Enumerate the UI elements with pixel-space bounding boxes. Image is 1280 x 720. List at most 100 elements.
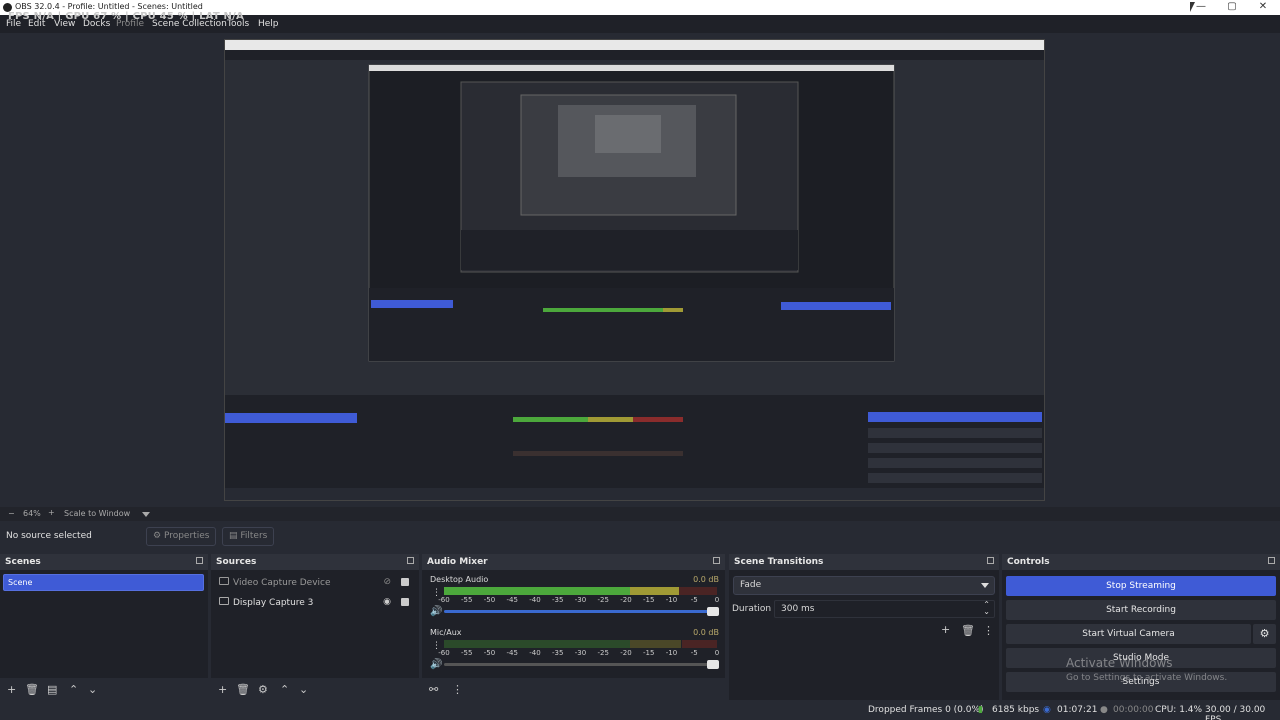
eye-icon[interactable]: ◉ [383,597,391,607]
meter-tick-label: -15 [643,649,655,657]
add-icon[interactable]: + [218,683,227,696]
duration-value: 300 ms [781,604,815,614]
spin-down-icon[interactable]: ⌄ [983,607,990,616]
undock-icon[interactable] [1268,557,1275,564]
add-icon[interactable]: + [941,623,950,636]
duration-input[interactable]: 300 ms ⌃ ⌄ [774,600,995,618]
sources-dock: Sources Video Capture Device ⊘ Display C… [211,554,419,700]
meter-tick-label: 0 [714,649,720,657]
menu-help[interactable]: Help [258,19,279,29]
hidden-eye-icon[interactable]: ⊘ [383,577,391,587]
volume-slider[interactable] [444,607,719,616]
move-up-icon[interactable]: ⌃ [69,683,78,696]
source-row[interactable]: Video Capture Device ⊘ [217,576,413,592]
meter-tick-label: -5 [690,596,698,604]
meter-tick-label: -40 [529,649,541,657]
activate-windows-title: Activate Windows [1066,656,1173,670]
record-icon: ● [1100,705,1108,715]
scenes-dock: Scenes Scene + 🗑 ▤ ⌃ ⌄ [0,554,208,700]
filters-button[interactable]: ▤ Filters [222,527,275,546]
volume-slider[interactable] [444,660,719,669]
signal-bars-icon: ▮ [978,705,983,715]
link-icon[interactable]: ⚯ [429,683,438,696]
move-down-icon[interactable]: ⌄ [88,683,97,696]
meter-tick-label: -60 [438,596,450,604]
undock-icon[interactable] [196,557,203,564]
meter-tick-label: -30 [574,596,587,604]
scenes-title: Scenes [5,557,41,567]
level-meter [444,640,717,648]
meter-tick-label: -15 [643,596,655,604]
meter-green [444,587,630,595]
start-recording-button[interactable]: Start Recording [1006,600,1276,620]
trash-icon[interactable]: 🗑 [236,683,250,696]
meter-tick-label: -35 [552,596,564,604]
channel-name: Mic/Aux [430,628,462,637]
add-icon[interactable]: + [7,683,16,696]
fps-readout: 30.00 / 30.00 FPS [1205,705,1266,720]
scenes-header: Scenes [0,554,208,570]
meter-tick-label: -35 [552,649,564,657]
chevron-down-icon[interactable] [142,512,150,517]
volume-thumb[interactable] [707,660,719,669]
window-title: OBS 32.0.4 - Profile: Untitled - Scenes:… [15,2,203,11]
scene-transitions-title: Scene Transitions [734,557,824,567]
properties-button[interactable]: ⚙ Properties [146,527,217,546]
move-down-icon[interactable]: ⌄ [299,683,308,696]
virtual-camera-settings-icon[interactable]: ⚙ [1253,624,1276,644]
scene-item[interactable]: Scene [3,574,204,591]
audio-mixer-header: Audio Mixer [422,554,725,570]
undock-icon[interactable] [713,557,720,564]
filter-icon[interactable]: ▤ [47,683,57,696]
preview-area[interactable] [0,33,1280,507]
meter-tick-label: -55 [461,596,473,604]
close-button[interactable]: ✕ [1248,0,1278,15]
no-source-label: No source selected [6,531,92,541]
zoom-in-button[interactable]: + [48,508,55,517]
source-label: Display Capture 3 [233,598,314,608]
audio-mixer-dock: Audio Mixer Desktop Audio 0.0 dB ⋮ -60 -5… [422,554,725,700]
bitrate: 6185 kbps [992,705,1040,715]
lock-icon[interactable] [401,598,409,606]
channel-db: 0.0 dB [693,628,719,637]
meter-yellow [629,640,682,648]
scene-transitions-header: Scene Transitions [729,554,999,570]
stop-streaming-button[interactable]: Stop Streaming [1006,576,1276,596]
zoom-out-button[interactable]: − [8,509,15,518]
undock-icon[interactable] [407,557,414,564]
meter-tick-label: -60 [438,649,450,657]
undock-icon[interactable] [987,557,994,564]
meter-tick-label: -30 [574,649,587,657]
controls-title: Controls [1007,557,1050,567]
menu-bar: File Edit View Docks Profile Scene Colle… [0,11,1280,33]
gear-icon[interactable]: ⚙ [258,683,268,696]
source-row[interactable]: Display Capture 3 ◉ [217,596,413,612]
monitor-icon [219,597,229,605]
sources-header: Sources [211,554,419,570]
maximize-button[interactable]: ▢ [1217,0,1247,15]
controls-header: Controls [1002,554,1280,570]
audio-mixer-title: Audio Mixer [427,557,488,567]
trash-icon[interactable]: 🗑 [25,683,39,696]
transition-select[interactable]: Fade [733,576,995,595]
volume-thumb[interactable] [707,607,719,616]
meter-tick-label: -50 [483,596,496,604]
record-time: 00:00:00 [1113,705,1154,715]
meter-tick-label: -50 [483,649,496,657]
more-icon[interactable]: ⋮ [452,683,463,696]
lock-icon[interactable] [401,578,409,586]
scale-mode-select[interactable]: Scale to Window [64,509,130,518]
meter-tick-label: -25 [597,596,609,604]
start-virtual-camera-button[interactable]: Start Virtual Camera [1006,624,1251,644]
trash-icon[interactable]: 🗑 [961,624,975,637]
recursive-preview-image [225,40,1044,500]
speaker-icon[interactable]: 🔊 [430,659,442,670]
more-icon[interactable]: ⋮ [983,624,994,637]
mixer-channel-mic-aux: Mic/Aux 0.0 dB ⋮ -60 -55 -50 -45 -40 -35 -30 -2… [426,628,721,676]
mouse-cursor-icon [1190,2,1195,12]
meter-tick-label: 0 [714,596,720,604]
move-up-icon[interactable]: ⌃ [280,683,289,696]
speaker-icon[interactable]: 🔊 [430,606,442,617]
meter-tick-label: -20 [620,649,632,657]
preview-capture [224,39,1045,501]
